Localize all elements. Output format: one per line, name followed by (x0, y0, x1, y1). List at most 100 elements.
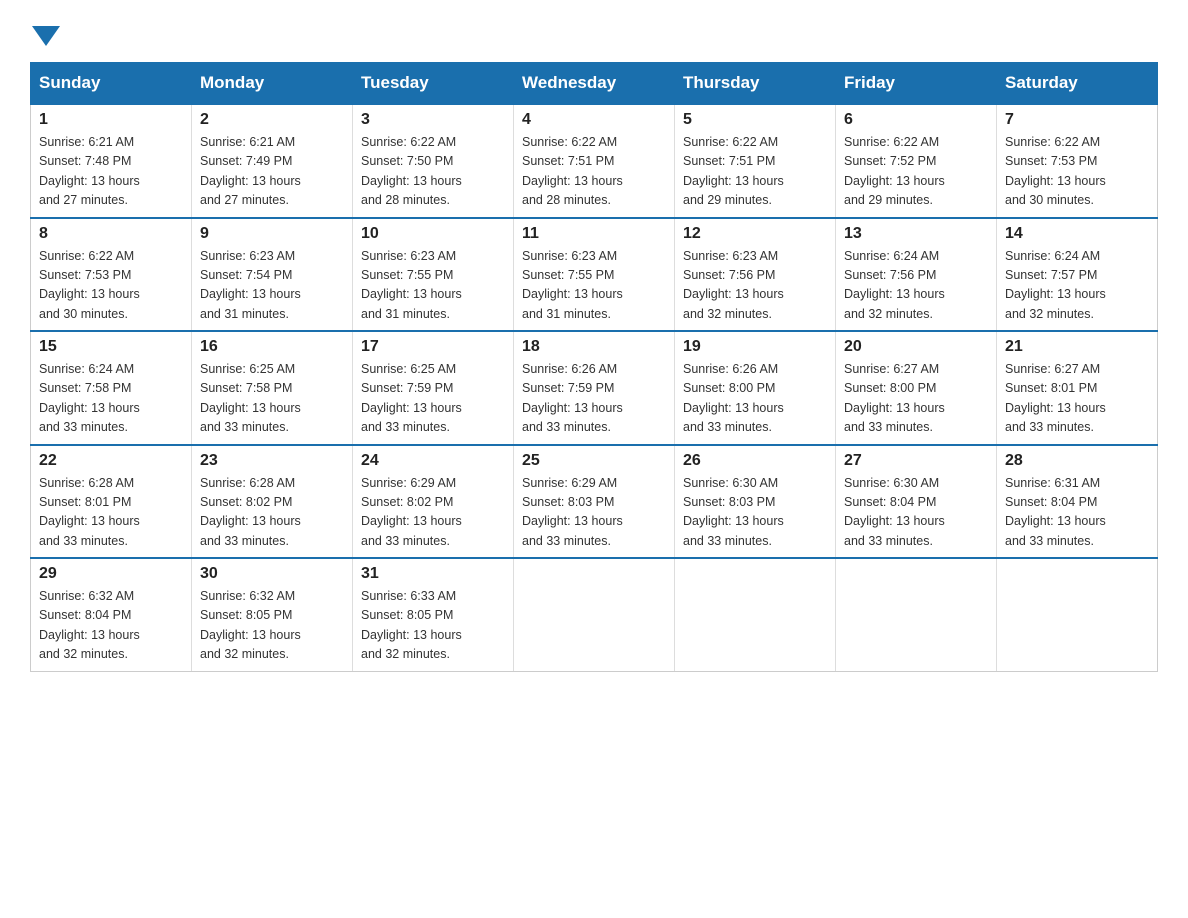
day-number: 22 (39, 452, 183, 470)
calendar-cell: 1 Sunrise: 6:21 AMSunset: 7:48 PMDayligh… (31, 104, 192, 218)
calendar-cell: 14 Sunrise: 6:24 AMSunset: 7:57 PMDaylig… (997, 218, 1158, 332)
day-number: 28 (1005, 452, 1149, 470)
day-number: 21 (1005, 338, 1149, 356)
day-number: 13 (844, 225, 988, 243)
day-number: 19 (683, 338, 827, 356)
day-info: Sunrise: 6:22 AMSunset: 7:50 PMDaylight:… (361, 135, 462, 207)
day-info: Sunrise: 6:25 AMSunset: 7:58 PMDaylight:… (200, 362, 301, 434)
day-info: Sunrise: 6:24 AMSunset: 7:58 PMDaylight:… (39, 362, 140, 434)
day-info: Sunrise: 6:22 AMSunset: 7:53 PMDaylight:… (39, 249, 140, 321)
calendar-cell: 21 Sunrise: 6:27 AMSunset: 8:01 PMDaylig… (997, 331, 1158, 445)
calendar-cell: 13 Sunrise: 6:24 AMSunset: 7:56 PMDaylig… (836, 218, 997, 332)
day-number: 8 (39, 225, 183, 243)
calendar-cell: 3 Sunrise: 6:22 AMSunset: 7:50 PMDayligh… (353, 104, 514, 218)
calendar-cell: 25 Sunrise: 6:29 AMSunset: 8:03 PMDaylig… (514, 445, 675, 559)
day-info: Sunrise: 6:22 AMSunset: 7:53 PMDaylight:… (1005, 135, 1106, 207)
day-info: Sunrise: 6:24 AMSunset: 7:56 PMDaylight:… (844, 249, 945, 321)
day-number: 12 (683, 225, 827, 243)
day-info: Sunrise: 6:21 AMSunset: 7:49 PMDaylight:… (200, 135, 301, 207)
day-info: Sunrise: 6:29 AMSunset: 8:03 PMDaylight:… (522, 476, 623, 548)
day-number: 9 (200, 225, 344, 243)
calendar-cell: 6 Sunrise: 6:22 AMSunset: 7:52 PMDayligh… (836, 104, 997, 218)
calendar-cell: 19 Sunrise: 6:26 AMSunset: 8:00 PMDaylig… (675, 331, 836, 445)
weekday-header-wednesday: Wednesday (514, 63, 675, 105)
day-info: Sunrise: 6:23 AMSunset: 7:55 PMDaylight:… (361, 249, 462, 321)
calendar-cell: 27 Sunrise: 6:30 AMSunset: 8:04 PMDaylig… (836, 445, 997, 559)
calendar-header-row: SundayMondayTuesdayWednesdayThursdayFrid… (31, 63, 1158, 105)
day-info: Sunrise: 6:27 AMSunset: 8:01 PMDaylight:… (1005, 362, 1106, 434)
weekday-header-monday: Monday (192, 63, 353, 105)
calendar-cell: 7 Sunrise: 6:22 AMSunset: 7:53 PMDayligh… (997, 104, 1158, 218)
calendar-cell: 15 Sunrise: 6:24 AMSunset: 7:58 PMDaylig… (31, 331, 192, 445)
calendar-cell: 8 Sunrise: 6:22 AMSunset: 7:53 PMDayligh… (31, 218, 192, 332)
day-info: Sunrise: 6:22 AMSunset: 7:51 PMDaylight:… (522, 135, 623, 207)
day-info: Sunrise: 6:25 AMSunset: 7:59 PMDaylight:… (361, 362, 462, 434)
calendar-cell: 17 Sunrise: 6:25 AMSunset: 7:59 PMDaylig… (353, 331, 514, 445)
day-info: Sunrise: 6:28 AMSunset: 8:02 PMDaylight:… (200, 476, 301, 548)
day-info: Sunrise: 6:30 AMSunset: 8:03 PMDaylight:… (683, 476, 784, 548)
day-number: 26 (683, 452, 827, 470)
day-info: Sunrise: 6:23 AMSunset: 7:56 PMDaylight:… (683, 249, 784, 321)
day-number: 5 (683, 111, 827, 129)
calendar-cell: 30 Sunrise: 6:32 AMSunset: 8:05 PMDaylig… (192, 558, 353, 671)
day-info: Sunrise: 6:22 AMSunset: 7:52 PMDaylight:… (844, 135, 945, 207)
day-number: 14 (1005, 225, 1149, 243)
calendar-table: SundayMondayTuesdayWednesdayThursdayFrid… (30, 62, 1158, 672)
calendar-week-row: 22 Sunrise: 6:28 AMSunset: 8:01 PMDaylig… (31, 445, 1158, 559)
day-info: Sunrise: 6:26 AMSunset: 8:00 PMDaylight:… (683, 362, 784, 434)
day-number: 2 (200, 111, 344, 129)
day-info: Sunrise: 6:22 AMSunset: 7:51 PMDaylight:… (683, 135, 784, 207)
calendar-cell: 10 Sunrise: 6:23 AMSunset: 7:55 PMDaylig… (353, 218, 514, 332)
day-info: Sunrise: 6:23 AMSunset: 7:54 PMDaylight:… (200, 249, 301, 321)
day-info: Sunrise: 6:29 AMSunset: 8:02 PMDaylight:… (361, 476, 462, 548)
day-info: Sunrise: 6:31 AMSunset: 8:04 PMDaylight:… (1005, 476, 1106, 548)
calendar-cell (514, 558, 675, 671)
calendar-cell: 12 Sunrise: 6:23 AMSunset: 7:56 PMDaylig… (675, 218, 836, 332)
calendar-week-row: 1 Sunrise: 6:21 AMSunset: 7:48 PMDayligh… (31, 104, 1158, 218)
day-info: Sunrise: 6:28 AMSunset: 8:01 PMDaylight:… (39, 476, 140, 548)
calendar-week-row: 29 Sunrise: 6:32 AMSunset: 8:04 PMDaylig… (31, 558, 1158, 671)
day-number: 7 (1005, 111, 1149, 129)
calendar-cell: 29 Sunrise: 6:32 AMSunset: 8:04 PMDaylig… (31, 558, 192, 671)
logo (30, 20, 62, 52)
calendar-cell: 11 Sunrise: 6:23 AMSunset: 7:55 PMDaylig… (514, 218, 675, 332)
day-info: Sunrise: 6:21 AMSunset: 7:48 PMDaylight:… (39, 135, 140, 207)
day-info: Sunrise: 6:26 AMSunset: 7:59 PMDaylight:… (522, 362, 623, 434)
day-number: 10 (361, 225, 505, 243)
calendar-cell: 22 Sunrise: 6:28 AMSunset: 8:01 PMDaylig… (31, 445, 192, 559)
weekday-header-tuesday: Tuesday (353, 63, 514, 105)
day-info: Sunrise: 6:32 AMSunset: 8:05 PMDaylight:… (200, 589, 301, 661)
calendar-cell: 20 Sunrise: 6:27 AMSunset: 8:00 PMDaylig… (836, 331, 997, 445)
day-number: 17 (361, 338, 505, 356)
day-number: 1 (39, 111, 183, 129)
day-number: 29 (39, 565, 183, 583)
calendar-week-row: 8 Sunrise: 6:22 AMSunset: 7:53 PMDayligh… (31, 218, 1158, 332)
calendar-cell (997, 558, 1158, 671)
day-number: 18 (522, 338, 666, 356)
calendar-cell: 4 Sunrise: 6:22 AMSunset: 7:51 PMDayligh… (514, 104, 675, 218)
calendar-cell: 26 Sunrise: 6:30 AMSunset: 8:03 PMDaylig… (675, 445, 836, 559)
day-info: Sunrise: 6:23 AMSunset: 7:55 PMDaylight:… (522, 249, 623, 321)
day-number: 11 (522, 225, 666, 243)
day-number: 4 (522, 111, 666, 129)
calendar-cell: 16 Sunrise: 6:25 AMSunset: 7:58 PMDaylig… (192, 331, 353, 445)
calendar-cell (836, 558, 997, 671)
day-number: 23 (200, 452, 344, 470)
calendar-cell: 9 Sunrise: 6:23 AMSunset: 7:54 PMDayligh… (192, 218, 353, 332)
day-number: 25 (522, 452, 666, 470)
weekday-header-friday: Friday (836, 63, 997, 105)
weekday-header-sunday: Sunday (31, 63, 192, 105)
calendar-cell (675, 558, 836, 671)
day-number: 27 (844, 452, 988, 470)
day-info: Sunrise: 6:32 AMSunset: 8:04 PMDaylight:… (39, 589, 140, 661)
day-number: 15 (39, 338, 183, 356)
day-info: Sunrise: 6:30 AMSunset: 8:04 PMDaylight:… (844, 476, 945, 548)
calendar-cell: 24 Sunrise: 6:29 AMSunset: 8:02 PMDaylig… (353, 445, 514, 559)
weekday-header-thursday: Thursday (675, 63, 836, 105)
calendar-cell: 2 Sunrise: 6:21 AMSunset: 7:49 PMDayligh… (192, 104, 353, 218)
day-number: 16 (200, 338, 344, 356)
calendar-cell: 18 Sunrise: 6:26 AMSunset: 7:59 PMDaylig… (514, 331, 675, 445)
day-number: 30 (200, 565, 344, 583)
calendar-cell: 31 Sunrise: 6:33 AMSunset: 8:05 PMDaylig… (353, 558, 514, 671)
day-info: Sunrise: 6:27 AMSunset: 8:00 PMDaylight:… (844, 362, 945, 434)
